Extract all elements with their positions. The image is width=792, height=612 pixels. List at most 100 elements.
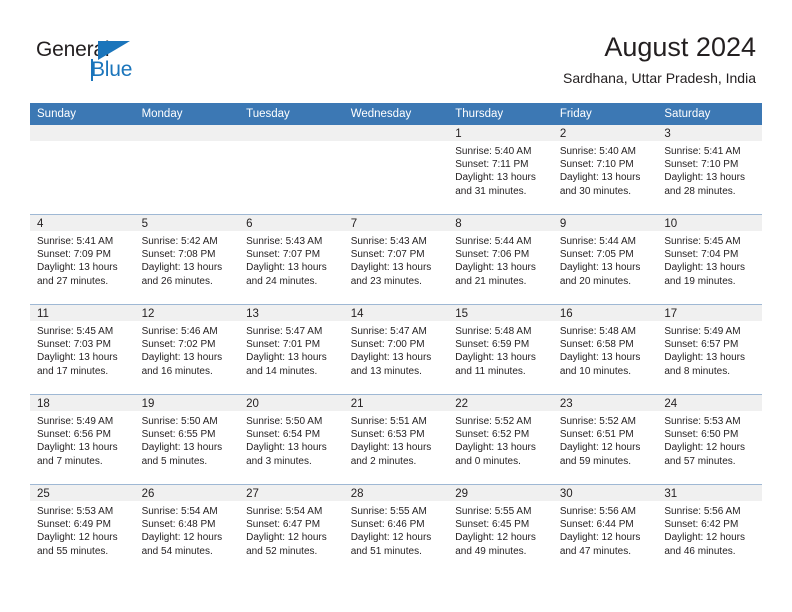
day-daylight-line1-text: Daylight: 12 hours xyxy=(559,532,641,544)
calendar-day-cell[interactable] xyxy=(343,125,449,215)
day-daylight-line2-text: and 57 minutes. xyxy=(664,455,736,467)
day-cell-empty xyxy=(343,125,449,214)
day-details xyxy=(30,141,135,145)
day-number: 25 xyxy=(30,485,135,501)
day-daylight-line2-text: and 52 minutes. xyxy=(246,545,318,557)
day-sunrise-text: Sunrise: 5:45 AM xyxy=(664,236,741,247)
day-details: Sunrise: 5:41 AM Sunset: 7:10 PM Daylight:… xyxy=(657,141,762,198)
day-daylight-line1-text: Daylight: 12 hours xyxy=(37,532,118,544)
day-daylight-line2-text: and 27 minutes. xyxy=(37,275,109,287)
day-sunrise-text: Sunrise: 5:50 AM xyxy=(246,416,323,427)
page-subtitle: Sardhana, Uttar Pradesh, India xyxy=(562,70,756,86)
day-sunset-text: Sunset: 6:54 PM xyxy=(246,429,321,441)
day-sunrise-text: Sunrise: 5:40 AM xyxy=(559,146,636,157)
calendar-day-cell[interactable]: 22 Sunrise: 5:52 AM Sunset: 6:52 PM Dayligh… xyxy=(448,394,553,485)
calendar-day-cell[interactable]: 18 Sunrise: 5:49 AM Sunset: 6:56 PM Dayligh… xyxy=(30,394,135,485)
day-details: Sunrise: 5:50 AM Sunset: 6:54 PM Daylight:… xyxy=(239,411,344,468)
day-sunrise-text: Sunrise: 5:54 AM xyxy=(246,506,323,517)
calendar-table: Sunday Monday Tuesday Wednesday Thursday… xyxy=(30,103,762,574)
day-sunset-text: Sunset: 7:04 PM xyxy=(664,249,739,261)
calendar-day-cell[interactable]: 4 Sunrise: 5:41 AM Sunset: 7:09 PM Daylight… xyxy=(30,214,135,305)
calendar-day-cell[interactable]: 12 Sunrise: 5:46 AM Sunset: 7:02 PM Dayligh… xyxy=(134,304,240,395)
day-number: 5 xyxy=(134,215,240,231)
day-cell-empty xyxy=(30,125,135,214)
calendar-day-cell[interactable] xyxy=(239,125,344,215)
day-sunset-text: Sunset: 6:46 PM xyxy=(350,519,425,531)
calendar-day-cell[interactable]: 6 Sunrise: 5:43 AM Sunset: 7:07 PM Daylight… xyxy=(239,214,344,305)
calendar-day-cell[interactable]: 13 Sunrise: 5:47 AM Sunset: 7:01 PM Dayligh… xyxy=(239,304,344,395)
calendar-day-cell[interactable]: 7 Sunrise: 5:43 AM Sunset: 7:07 PM Daylight… xyxy=(343,214,449,305)
day-number: 11 xyxy=(30,305,135,321)
day-daylight-line1-text: Daylight: 12 hours xyxy=(664,442,745,454)
day-cell: 4 Sunrise: 5:41 AM Sunset: 7:09 PM Daylight… xyxy=(30,215,135,304)
day-daylight-line1-text: Daylight: 13 hours xyxy=(455,262,536,274)
day-sunrise-text: Sunrise: 5:55 AM xyxy=(455,506,532,517)
day-sunset-text: Sunset: 6:58 PM xyxy=(559,339,634,351)
calendar-day-cell[interactable]: 29 Sunrise: 5:55 AM Sunset: 6:45 PM Dayligh… xyxy=(448,484,553,574)
day-sunset-text: Sunset: 7:10 PM xyxy=(559,159,634,171)
calendar-body: 1 Sunrise: 5:40 AM Sunset: 7:11 PM Daylight… xyxy=(30,125,762,574)
day-cell: 1 Sunrise: 5:40 AM Sunset: 7:11 PM Daylight… xyxy=(448,125,553,214)
day-cell-empty xyxy=(134,125,240,214)
day-number: 12 xyxy=(134,305,240,321)
day-daylight-line1-text: Daylight: 13 hours xyxy=(141,442,223,454)
calendar-day-cell[interactable]: 26 Sunrise: 5:54 AM Sunset: 6:48 PM Dayligh… xyxy=(134,484,240,574)
day-sunset-text: Sunset: 7:08 PM xyxy=(141,249,216,261)
day-cell: 21 Sunrise: 5:51 AM Sunset: 6:53 PM Dayligh… xyxy=(343,395,449,484)
day-cell: 30 Sunrise: 5:56 AM Sunset: 6:44 PM Dayligh… xyxy=(552,485,658,574)
day-cell: 18 Sunrise: 5:49 AM Sunset: 6:56 PM Dayligh… xyxy=(30,395,135,484)
day-number: 9 xyxy=(552,215,658,231)
day-number: 17 xyxy=(657,305,762,321)
calendar-week-row: 11 Sunrise: 5:45 AM Sunset: 7:03 PM Dayligh… xyxy=(30,304,762,395)
day-details: Sunrise: 5:56 AM Sunset: 6:42 PM Daylight:… xyxy=(657,501,762,558)
calendar-day-cell[interactable]: 16 Sunrise: 5:48 AM Sunset: 6:58 PM Dayligh… xyxy=(552,304,658,395)
day-daylight-line1-text: Daylight: 12 hours xyxy=(455,532,536,544)
calendar-day-cell[interactable]: 11 Sunrise: 5:45 AM Sunset: 7:03 PM Dayligh… xyxy=(30,304,135,395)
calendar-day-cell[interactable]: 5 Sunrise: 5:42 AM Sunset: 7:08 PM Daylight… xyxy=(134,214,240,305)
calendar-day-cell[interactable]: 8 Sunrise: 5:44 AM Sunset: 7:06 PM Daylight… xyxy=(448,214,553,305)
calendar-week-row: 25 Sunrise: 5:53 AM Sunset: 6:49 PM Dayligh… xyxy=(30,484,762,574)
calendar-day-cell[interactable]: 30 Sunrise: 5:56 AM Sunset: 6:44 PM Dayligh… xyxy=(552,484,658,574)
calendar-day-cell[interactable]: 14 Sunrise: 5:47 AM Sunset: 7:00 PM Dayligh… xyxy=(343,304,449,395)
day-cell: 14 Sunrise: 5:47 AM Sunset: 7:00 PM Dayligh… xyxy=(343,305,449,394)
day-details: Sunrise: 5:50 AM Sunset: 6:55 PM Daylight:… xyxy=(135,411,240,468)
calendar-day-cell[interactable]: 19 Sunrise: 5:50 AM Sunset: 6:55 PM Dayligh… xyxy=(134,394,240,485)
day-sunset-text: Sunset: 7:09 PM xyxy=(37,249,111,261)
day-number: 31 xyxy=(657,485,762,501)
calendar-day-cell[interactable]: 10 Sunrise: 5:45 AM Sunset: 7:04 PM Dayligh… xyxy=(657,214,762,305)
day-sunrise-text: Sunrise: 5:46 AM xyxy=(141,326,218,337)
calendar-day-cell[interactable]: 15 Sunrise: 5:48 AM Sunset: 6:59 PM Dayligh… xyxy=(448,304,553,395)
calendar-day-cell[interactable]: 21 Sunrise: 5:51 AM Sunset: 6:53 PM Dayligh… xyxy=(343,394,449,485)
calendar-header-row: Sunday Monday Tuesday Wednesday Thursday… xyxy=(30,103,762,125)
day-number: 2 xyxy=(552,125,658,141)
day-number xyxy=(134,125,240,141)
day-sunset-text: Sunset: 6:50 PM xyxy=(664,429,739,441)
day-details: Sunrise: 5:46 AM Sunset: 7:02 PM Daylight:… xyxy=(135,321,240,378)
day-details: Sunrise: 5:49 AM Sunset: 6:57 PM Daylight:… xyxy=(657,321,762,378)
calendar-day-cell[interactable]: 25 Sunrise: 5:53 AM Sunset: 6:49 PM Dayligh… xyxy=(30,484,135,574)
day-sunrise-text: Sunrise: 5:52 AM xyxy=(559,416,636,427)
page-title: August 2024 xyxy=(604,32,756,62)
title-block: August 2024 Sardhana, Uttar Pradesh, Ind… xyxy=(563,30,756,88)
day-details: Sunrise: 5:45 AM Sunset: 7:03 PM Daylight:… xyxy=(30,321,135,378)
calendar-day-cell[interactable]: 3 Sunrise: 5:41 AM Sunset: 7:10 PM Daylight… xyxy=(657,125,762,215)
calendar-day-cell[interactable] xyxy=(134,125,240,215)
calendar-day-cell[interactable]: 17 Sunrise: 5:49 AM Sunset: 6:57 PM Dayligh… xyxy=(657,304,762,395)
day-details: Sunrise: 5:44 AM Sunset: 7:05 PM Daylight:… xyxy=(553,231,658,288)
calendar-day-cell[interactable]: 27 Sunrise: 5:54 AM Sunset: 6:47 PM Dayligh… xyxy=(239,484,344,574)
day-details: Sunrise: 5:51 AM Sunset: 6:53 PM Daylight:… xyxy=(344,411,449,468)
calendar-day-cell[interactable]: 31 Sunrise: 5:56 AM Sunset: 6:42 PM Dayligh… xyxy=(657,484,762,574)
calendar-day-cell[interactable]: 28 Sunrise: 5:55 AM Sunset: 6:46 PM Dayligh… xyxy=(343,484,449,574)
calendar-day-cell[interactable]: 1 Sunrise: 5:40 AM Sunset: 7:11 PM Daylight… xyxy=(448,125,553,215)
calendar-day-cell[interactable]: 23 Sunrise: 5:52 AM Sunset: 6:51 PM Dayligh… xyxy=(552,394,658,485)
calendar-day-cell[interactable]: 2 Sunrise: 5:40 AM Sunset: 7:10 PM Daylight… xyxy=(552,125,658,215)
calendar-day-cell[interactable]: 9 Sunrise: 5:44 AM Sunset: 7:05 PM Daylight… xyxy=(552,214,658,305)
day-details: Sunrise: 5:40 AM Sunset: 7:11 PM Daylight:… xyxy=(448,141,553,198)
day-daylight-line2-text: and 20 minutes. xyxy=(559,275,631,287)
calendar-day-cell[interactable]: 24 Sunrise: 5:53 AM Sunset: 6:50 PM Dayligh… xyxy=(657,394,762,485)
day-sunset-text: Sunset: 6:57 PM xyxy=(664,339,739,351)
calendar-day-cell[interactable] xyxy=(30,125,135,215)
calendar-day-cell[interactable]: 20 Sunrise: 5:50 AM Sunset: 6:54 PM Dayligh… xyxy=(239,394,344,485)
day-number: 24 xyxy=(657,395,762,411)
general-blue-logo[interactable]: General Blue xyxy=(36,38,176,84)
